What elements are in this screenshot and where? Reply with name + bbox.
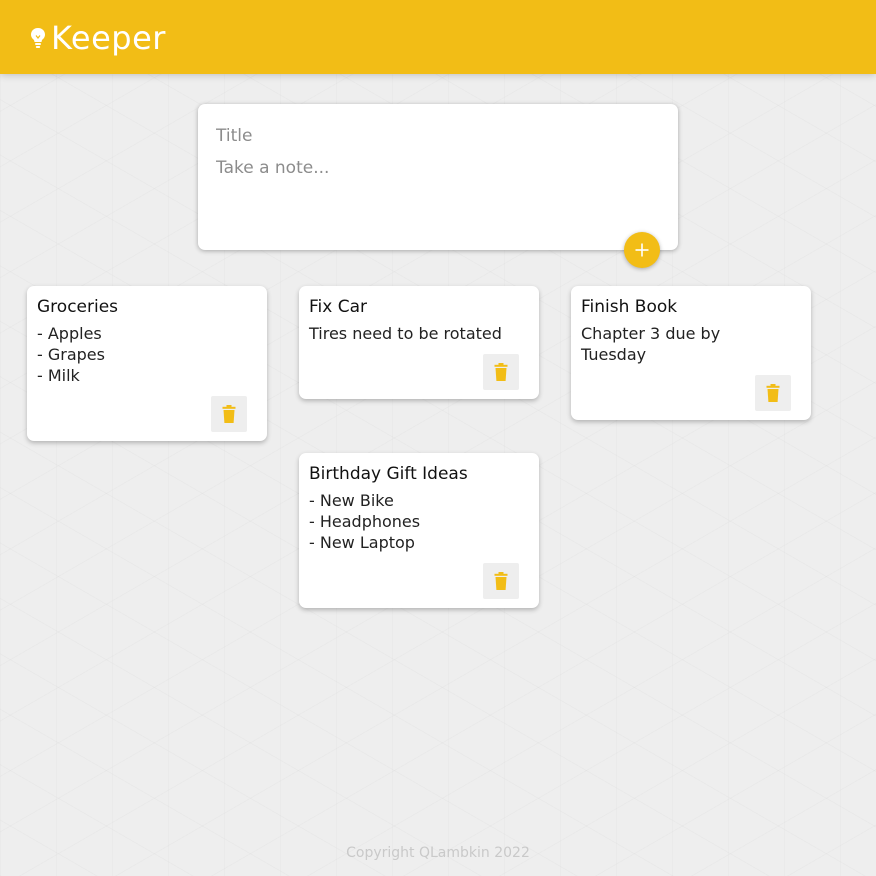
trash-icon [766, 384, 780, 402]
note-content: Tires need to be rotated [309, 324, 502, 343]
footer: Copyright QLambkin 2022 [0, 845, 876, 861]
create-note-form [198, 104, 678, 250]
delete-note-button[interactable] [483, 563, 519, 599]
copyright-text: Copyright QLambkin 2022 [346, 845, 530, 861]
trash-icon [494, 572, 508, 590]
plus-icon [634, 242, 650, 258]
add-note-button[interactable] [624, 232, 660, 268]
note-card-finish-book: Finish Book Chapter 3 due by Tuesday [571, 286, 811, 420]
note-title: Birthday Gift Ideas [309, 464, 468, 484]
note-content: Chapter 3 due by Tuesday [581, 324, 721, 364]
trash-icon [494, 363, 508, 381]
note-card-groceries: Groceries - Apples - Grapes - Milk [27, 286, 267, 441]
note-content: - Apples - Grapes - Milk [37, 324, 105, 385]
lightbulb-icon [30, 27, 46, 49]
note-card-birthday-gift-ideas: Birthday Gift Ideas - New Bike - Headpho… [299, 453, 539, 608]
app-header: Keeper [0, 0, 876, 74]
app-title: Keeper [51, 19, 166, 57]
delete-note-button[interactable] [755, 375, 791, 411]
note-title-input[interactable] [216, 124, 656, 148]
note-title: Finish Book [581, 297, 678, 317]
note-content-input[interactable] [216, 156, 656, 236]
note-title: Groceries [37, 297, 119, 317]
note-card-fix-car: Fix Car Tires need to be rotated [299, 286, 539, 399]
brand: Keeper [30, 18, 166, 58]
delete-note-button[interactable] [483, 354, 519, 390]
note-content: - New Bike - Headphones - New Laptop [309, 491, 421, 552]
trash-icon [222, 405, 236, 423]
note-title: Fix Car [309, 297, 368, 317]
delete-note-button[interactable] [211, 396, 247, 432]
